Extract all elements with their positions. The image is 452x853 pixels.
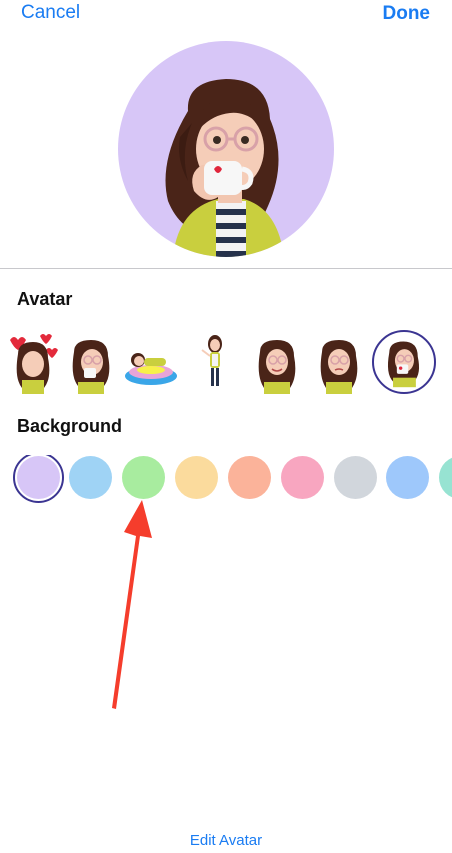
color-swatch[interactable] <box>386 456 429 499</box>
avatar-option-hearts[interactable] <box>2 330 64 394</box>
memoji-drinking-illustration <box>165 79 284 257</box>
avatar-options-row <box>0 330 452 402</box>
color-swatch[interactable] <box>334 456 377 499</box>
memoji-wink-icon <box>320 340 358 394</box>
avatar-option-standing[interactable] <box>184 330 246 394</box>
avatar-option-drinking[interactable] <box>372 330 436 394</box>
color-swatch[interactable] <box>13 455 64 503</box>
color-swatch[interactable] <box>122 456 165 499</box>
background-colors-row <box>0 455 452 505</box>
cancel-button[interactable]: Cancel <box>21 2 80 24</box>
avatar-option-wink[interactable] <box>308 330 370 394</box>
color-swatch[interactable] <box>439 456 452 499</box>
background-section-title: Background <box>17 416 123 436</box>
arrow-icon <box>112 500 152 709</box>
color-swatch[interactable] <box>175 456 218 499</box>
memoji-drinking-icon <box>387 341 420 388</box>
memoji-hearts-icon <box>10 334 58 394</box>
color-swatch[interactable] <box>281 456 324 499</box>
avatar-section-title: Avatar <box>17 289 73 309</box>
done-button[interactable]: Done <box>383 3 431 25</box>
divider <box>0 268 452 269</box>
avatar-option-floating[interactable] <box>120 330 182 394</box>
avatar-option-cup[interactable] <box>60 330 122 394</box>
avatar-preview <box>118 41 334 257</box>
memoji-cup-icon <box>72 340 110 394</box>
edit-avatar-button[interactable]: Edit Avatar <box>0 832 452 849</box>
color-swatch[interactable] <box>69 456 112 499</box>
memoji-smile-icon <box>258 340 296 394</box>
avatar-option-smile[interactable] <box>246 330 308 394</box>
color-swatch[interactable] <box>228 456 271 499</box>
memoji-standing-icon <box>201 335 222 386</box>
memoji-floating-icon <box>125 353 177 385</box>
